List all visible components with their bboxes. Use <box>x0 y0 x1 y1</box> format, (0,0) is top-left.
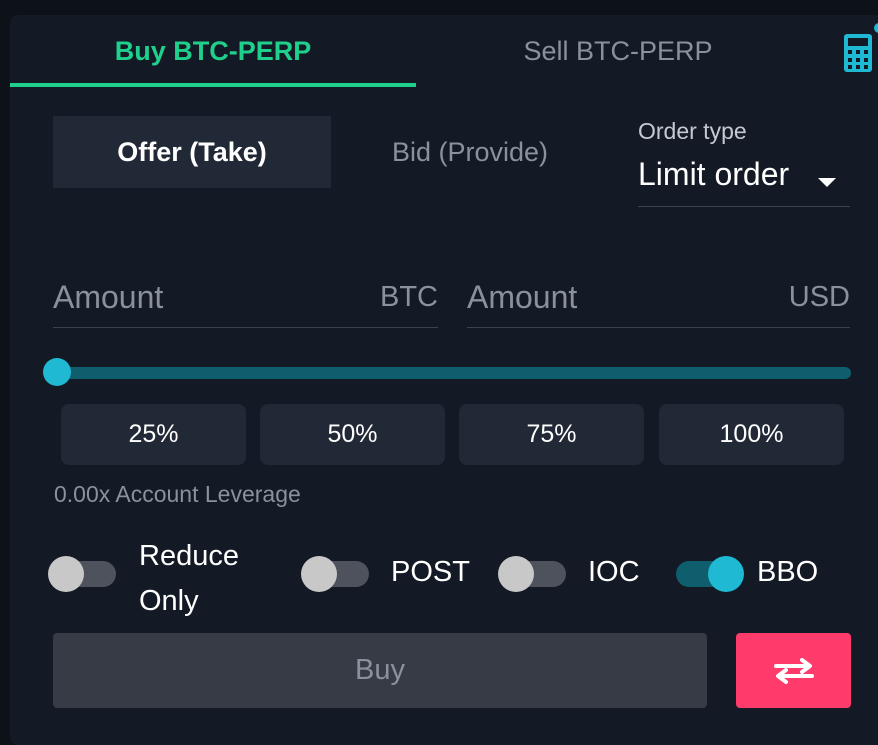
order-type-label: Order type <box>638 118 747 144</box>
amount-usd-placeholder: Amount <box>467 279 578 315</box>
reduce-only-toggle[interactable] <box>48 556 116 592</box>
ioc-toggle[interactable] <box>498 556 566 592</box>
amount-btc-unit: BTC <box>380 281 438 313</box>
amount-usd-unit: USD <box>788 281 850 313</box>
percent-100-button[interactable]: 100% <box>659 404 844 465</box>
offer-take-button[interactable]: Offer (Take) <box>53 116 331 188</box>
active-tab-underline <box>10 83 416 87</box>
amount-usd-field[interactable]: Amount USD <box>467 271 850 328</box>
amount-slider-thumb[interactable] <box>43 358 71 386</box>
reduce-only-label: Reduce Only <box>139 540 239 617</box>
amount-slider-track[interactable] <box>55 367 851 379</box>
swap-button[interactable] <box>736 633 851 708</box>
order-type-select[interactable]: Limit order <box>638 156 789 193</box>
account-leverage: 0.00x Account Leverage <box>54 481 301 507</box>
bbo-toggle[interactable] <box>676 556 744 592</box>
order-type-underline <box>638 206 850 207</box>
tab-buy[interactable]: Buy BTC-PERP <box>10 15 416 87</box>
percent-50-button[interactable]: 50% <box>260 404 445 465</box>
notification-dot <box>874 23 878 33</box>
order-panel: Buy BTC-PERP Sell BTC-PERP Offer (Take) … <box>10 15 878 745</box>
buy-submit-button[interactable]: Buy <box>53 633 707 708</box>
ioc-label: IOC <box>588 556 640 588</box>
bid-provide-button[interactable]: Bid (Provide) <box>331 116 609 188</box>
swap-arrows-icon <box>773 657 814 684</box>
toggle-knob <box>498 556 534 592</box>
toggle-knob <box>301 556 337 592</box>
post-label: POST <box>391 556 470 588</box>
toggle-knob <box>48 556 84 592</box>
tab-sell[interactable]: Sell BTC-PERP <box>416 15 820 87</box>
calculator-icon[interactable] <box>843 33 873 73</box>
bbo-label: BBO <box>757 556 819 588</box>
toggle-knob <box>708 556 744 592</box>
percent-75-button[interactable]: 75% <box>459 404 644 465</box>
chevron-down-icon[interactable] <box>818 178 836 187</box>
post-toggle[interactable] <box>301 556 369 592</box>
amount-btc-placeholder: Amount <box>53 279 164 315</box>
percent-25-button[interactable]: 25% <box>61 404 246 465</box>
amount-btc-field[interactable]: Amount BTC <box>53 271 438 328</box>
